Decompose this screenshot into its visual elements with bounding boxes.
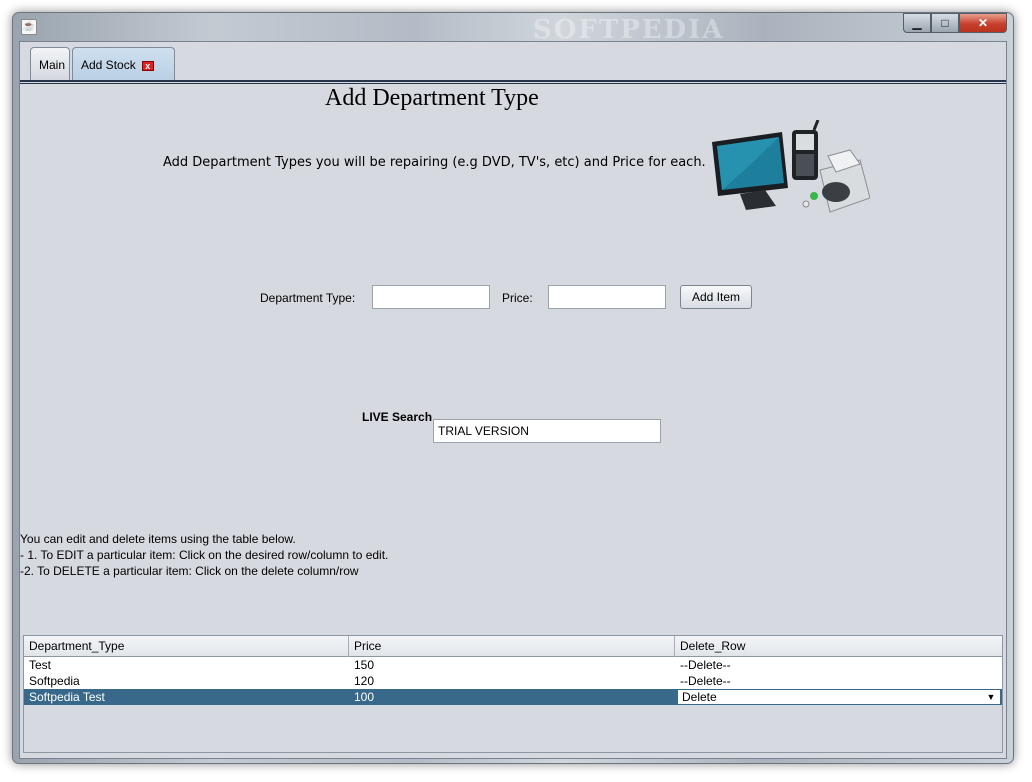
dropdown-arrow-icon[interactable]: ▼ [984, 691, 998, 703]
price-input[interactable] [548, 285, 666, 309]
table-row[interactable]: Softpedia 120 --Delete-- [24, 673, 1002, 689]
department-table: Department_Type Price Delete_Row Test 15… [23, 635, 1003, 753]
title-bar[interactable]: ☕ SOFTPEDIA ▁ □ ✕ [13, 13, 1013, 45]
cell-department-type[interactable]: Test [24, 657, 349, 673]
column-header-delete-row[interactable]: Delete_Row [675, 636, 1002, 657]
cell-delete[interactable]: --Delete-- [675, 673, 1002, 689]
cell-department-type[interactable]: Softpedia Test [24, 689, 349, 705]
tab-main[interactable]: Main [30, 47, 70, 81]
tab-add-stock-label: Add Stock [81, 58, 136, 72]
help-text: You can edit and delete items using the … [20, 531, 388, 579]
delete-combo-value: Delete [682, 690, 717, 704]
department-type-label: Department Type: [260, 291, 356, 305]
live-search-input[interactable] [433, 419, 661, 443]
department-type-input[interactable] [372, 285, 490, 309]
table-body: Test 150 --Delete-- Softpedia 120 --Dele… [24, 657, 1002, 705]
table-row-selected[interactable]: Softpedia Test 100 Delete ▼ [24, 689, 1002, 705]
cell-department-type[interactable]: Softpedia [24, 673, 349, 689]
tab-close-icon[interactable]: x [141, 60, 154, 71]
close-button[interactable]: ✕ [959, 13, 1007, 33]
tab-add-stock[interactable]: Add Stock x [72, 47, 175, 81]
intro-text: Add Department Types you will be repairi… [163, 155, 706, 170]
cell-price[interactable]: 150 [349, 657, 675, 673]
tab-main-label: Main [39, 58, 66, 72]
delete-combo-box[interactable]: Delete ▼ [677, 689, 1001, 705]
cell-delete[interactable]: --Delete-- [675, 657, 1002, 673]
app-window: ☕ SOFTPEDIA ▁ □ ✕ Main Add Stock x Add De… [12, 12, 1014, 764]
help-line: - 1. To EDIT a particular item: Click on… [20, 548, 389, 562]
cell-price[interactable]: 120 [349, 673, 675, 689]
column-header-department-type[interactable]: Department_Type [24, 636, 349, 657]
price-label: Price: [502, 291, 533, 305]
table-header: Department_Type Price Delete_Row [24, 636, 1002, 657]
help-line: You can edit and delete items using the … [20, 532, 296, 546]
column-header-price[interactable]: Price [349, 636, 675, 657]
devices-illustration [712, 120, 870, 213]
add-item-button[interactable]: Add Item [680, 285, 752, 309]
live-search-label: LIVE Search [362, 410, 433, 424]
client-area: Main Add Stock x Add Department Type Add … [19, 41, 1007, 759]
java-app-icon[interactable]: ☕ [21, 19, 37, 35]
tab-divider [20, 80, 1006, 84]
help-line: -2. To DELETE a particular item: Click o… [20, 564, 359, 578]
table-row[interactable]: Test 150 --Delete-- [24, 657, 1002, 673]
minimize-button[interactable]: ▁ [903, 13, 931, 33]
cell-price[interactable]: 100 [349, 689, 675, 705]
page-title: Add Department Type [325, 85, 539, 111]
maximize-button[interactable]: □ [931, 13, 959, 33]
